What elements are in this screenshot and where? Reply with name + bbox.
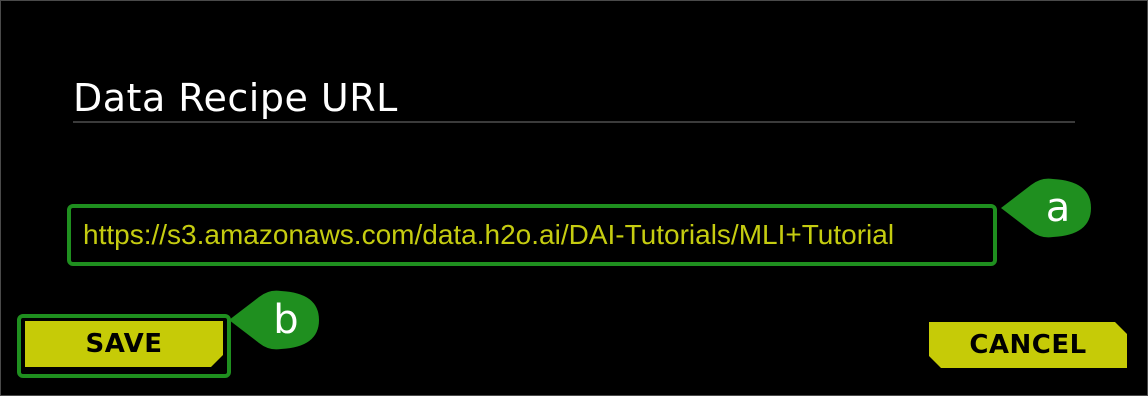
callout-a: a: [1001, 177, 1093, 239]
cancel-button-corner-bottom: [929, 356, 941, 368]
cancel-button-label: CANCEL: [969, 330, 1087, 360]
save-button-label: SAVE: [85, 329, 163, 359]
title-divider: [73, 121, 1075, 123]
dialog-title: Data Recipe URL: [73, 76, 398, 120]
callout-b: b: [229, 289, 321, 351]
url-input[interactable]: [77, 214, 987, 256]
callout-b-label: b: [273, 297, 299, 343]
save-button-corner: [211, 355, 223, 367]
data-recipe-url-dialog: Data Recipe URL a SAVE b CANCEL: [0, 0, 1148, 396]
cancel-button[interactable]: CANCEL: [929, 322, 1127, 368]
callout-a-label: a: [1045, 185, 1071, 231]
cancel-button-corner-top: [1115, 322, 1127, 334]
save-button[interactable]: SAVE: [25, 321, 223, 367]
url-input-highlight: [67, 204, 997, 266]
